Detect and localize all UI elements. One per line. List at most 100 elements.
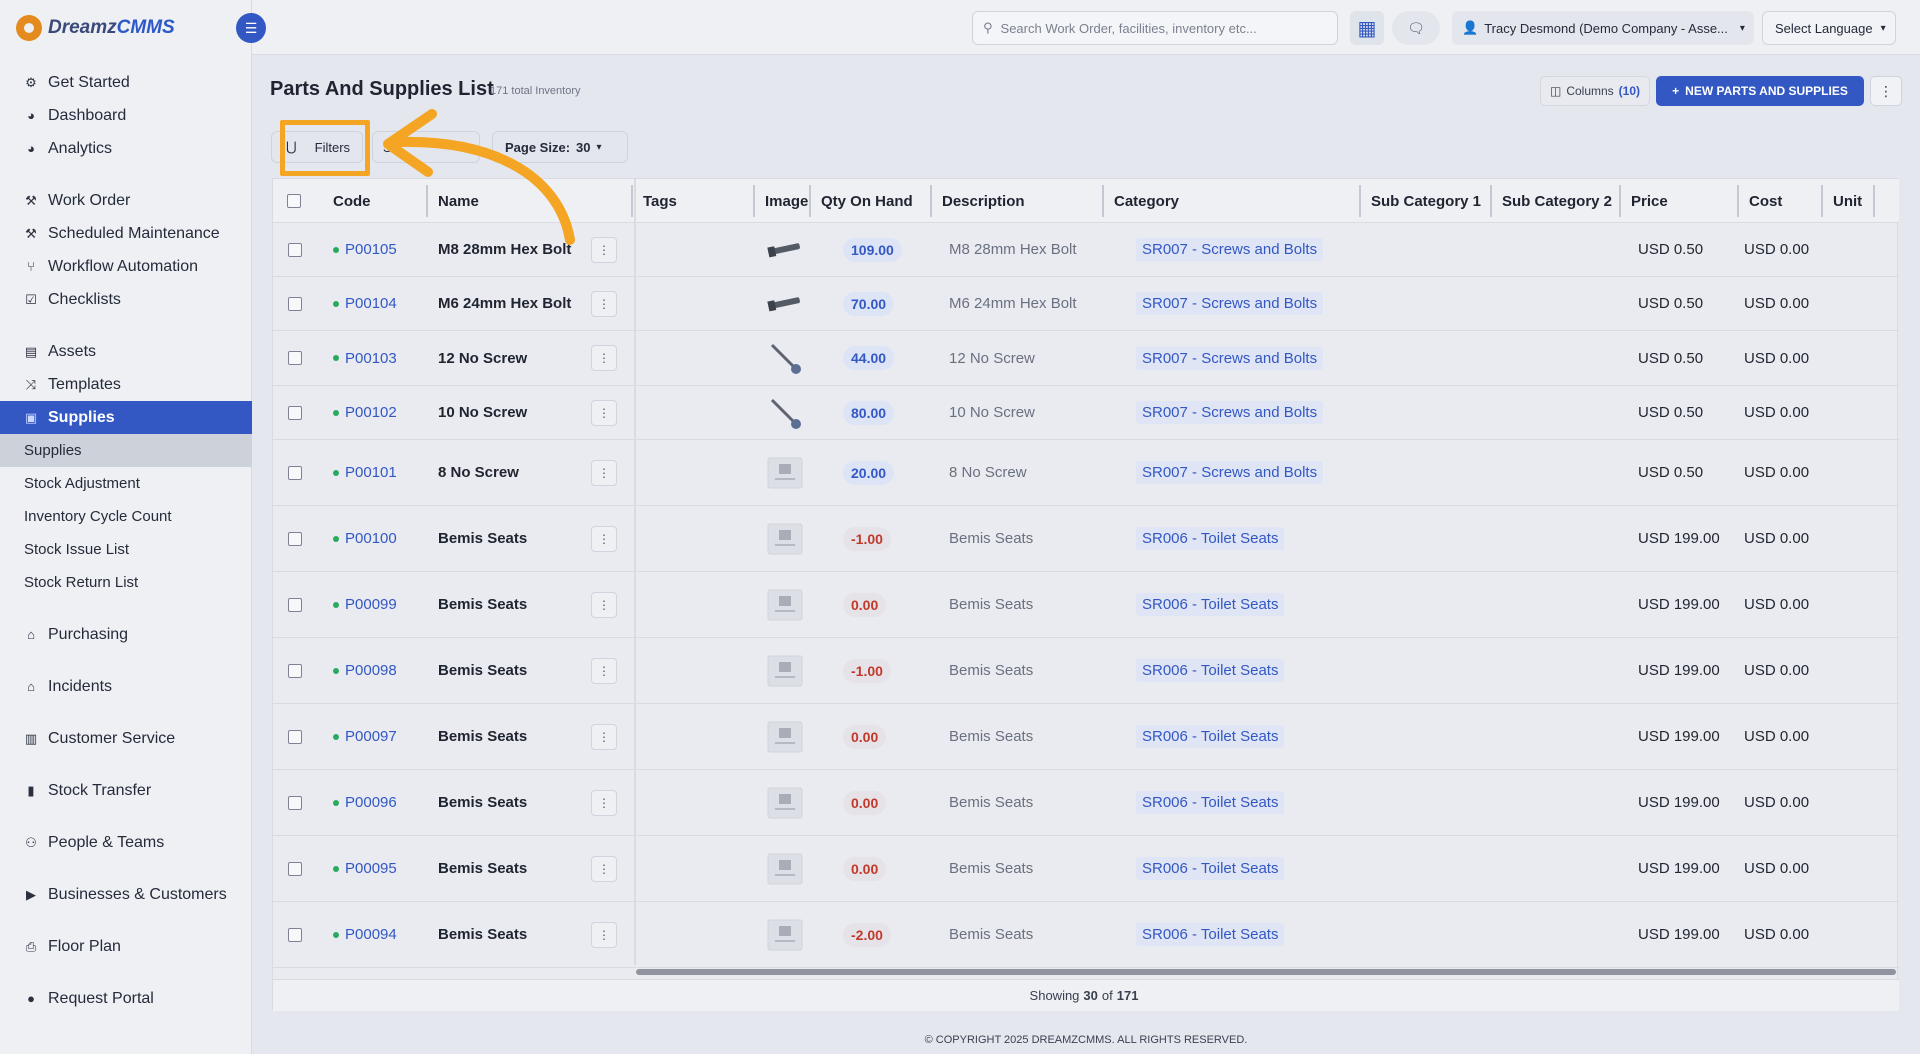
category-link[interactable]: SR007 - Screws and Bolts bbox=[1136, 238, 1324, 261]
table-row[interactable]: P00101 8 No Screw ⋮ 20.00 8 No Screw SR007 - … bbox=[273, 440, 1899, 506]
part-thumbnail[interactable] bbox=[765, 340, 805, 376]
sidebar-item-workflow-automation[interactable]: ⑂ Workflow Automation bbox=[0, 250, 252, 283]
code-cell[interactable]: P00095 bbox=[333, 836, 397, 901]
row-actions-icon[interactable]: ⋮ bbox=[591, 657, 617, 684]
sidebar-item-purchasing[interactable]: ⌂ Purchasing bbox=[0, 618, 252, 651]
part-thumbnail[interactable] bbox=[765, 455, 805, 491]
row-actions-icon[interactable]: ⋮ bbox=[591, 855, 617, 882]
column-resize-handle[interactable] bbox=[930, 185, 932, 217]
row-checkbox[interactable] bbox=[288, 861, 302, 876]
row-checkbox[interactable] bbox=[288, 296, 302, 311]
row-actions-icon[interactable]: ⋮ bbox=[591, 789, 617, 816]
code-cell[interactable]: P00097 bbox=[333, 704, 397, 769]
row-checkbox[interactable] bbox=[288, 242, 302, 257]
row-actions-icon[interactable]: ⋮ bbox=[591, 236, 617, 263]
sidebar-item-supplies[interactable]: ▣ Supplies bbox=[0, 401, 252, 434]
table-row[interactable]: P00095 Bemis Seats ⋮ 0.00 Bemis Seats SR006 -… bbox=[273, 836, 1899, 902]
column-resize-handle[interactable] bbox=[631, 185, 633, 217]
code-cell[interactable]: P00102 bbox=[333, 386, 397, 439]
part-thumbnail[interactable] bbox=[765, 653, 805, 689]
row-actions-icon[interactable]: ⋮ bbox=[591, 525, 617, 552]
row-checkbox[interactable] bbox=[288, 351, 302, 365]
select-all-checkbox[interactable] bbox=[287, 179, 301, 223]
column-resize-handle[interactable] bbox=[1490, 185, 1492, 217]
code-cell[interactable]: P00103 bbox=[333, 331, 397, 385]
table-row[interactable]: P00097 Bemis Seats ⋮ 0.00 Bemis Seats SR006 -… bbox=[273, 704, 1899, 770]
code-cell[interactable]: P00104 bbox=[333, 277, 397, 330]
column-resize-handle[interactable] bbox=[1359, 185, 1361, 217]
part-code-link[interactable]: P00101 bbox=[345, 464, 397, 481]
table-row[interactable]: P00102 10 No Screw ⋮ 80.00 10 No Screw SR007 … bbox=[273, 386, 1899, 440]
code-cell[interactable]: P00101 bbox=[333, 440, 397, 505]
part-code-link[interactable]: P00098 bbox=[345, 662, 397, 679]
category-link[interactable]: SR006 - Toilet Seats bbox=[1136, 659, 1285, 682]
category-link[interactable]: SR006 - Toilet Seats bbox=[1136, 527, 1285, 550]
category-link[interactable]: SR006 - Toilet Seats bbox=[1136, 593, 1285, 616]
checkbox[interactable] bbox=[287, 194, 301, 208]
part-code-link[interactable]: P00102 bbox=[345, 404, 397, 421]
code-cell[interactable]: P00100 bbox=[333, 506, 397, 571]
sidebar-item-stock-transfer[interactable]: ▮ Stock Transfer bbox=[0, 774, 252, 807]
category-link[interactable]: SR006 - Toilet Seats bbox=[1136, 857, 1285, 880]
row-checkbox[interactable] bbox=[288, 405, 302, 420]
row-actions-icon[interactable]: ⋮ bbox=[591, 591, 617, 618]
more-options-icon[interactable]: ⋮ bbox=[1870, 76, 1902, 106]
horizontal-scrollbar[interactable] bbox=[636, 969, 1896, 975]
menu-toggle-icon[interactable]: ☰ bbox=[236, 13, 266, 43]
sidebar-item-analytics[interactable]: ◕ Analytics bbox=[0, 132, 252, 165]
code-cell[interactable]: P00098 bbox=[333, 638, 397, 703]
column-resize-handle[interactable] bbox=[1873, 185, 1875, 217]
part-code-link[interactable]: P00095 bbox=[345, 860, 397, 877]
row-checkbox[interactable] bbox=[288, 465, 302, 480]
sidebar-item-people-teams[interactable]: ⚇ People & Teams bbox=[0, 826, 252, 859]
part-thumbnail[interactable] bbox=[765, 719, 805, 755]
category-link[interactable]: SR006 - Toilet Seats bbox=[1136, 791, 1285, 814]
column-header-sub-category-2[interactable]: Sub Category 2 bbox=[1502, 179, 1612, 223]
sidebar-subitem-inventory-cycle-count[interactable]: Inventory Cycle Count bbox=[0, 500, 252, 533]
row-checkbox[interactable] bbox=[288, 597, 302, 612]
table-row[interactable]: P00096 Bemis Seats ⋮ 0.00 Bemis Seats SR006 -… bbox=[273, 770, 1899, 836]
row-checkbox[interactable] bbox=[288, 663, 302, 678]
row-actions-icon[interactable]: ⋮ bbox=[591, 459, 617, 486]
sidebar-item-incidents[interactable]: ⌂ Incidents bbox=[0, 670, 252, 703]
part-code-link[interactable]: P00097 bbox=[345, 728, 397, 745]
row-checkbox[interactable] bbox=[288, 795, 302, 810]
sidebar-subitem-supplies[interactable]: Supplies bbox=[0, 434, 252, 467]
column-header-sub-category-1[interactable]: Sub Category 1 bbox=[1371, 179, 1481, 223]
columns-button[interactable]: ◫ Columns (10) bbox=[1540, 76, 1650, 106]
new-parts-button[interactable]: + NEW PARTS AND SUPPLIES bbox=[1656, 76, 1864, 106]
part-thumbnail[interactable] bbox=[765, 917, 805, 953]
code-cell[interactable]: P00096 bbox=[333, 770, 397, 835]
part-thumbnail[interactable] bbox=[765, 851, 805, 887]
column-header-category[interactable]: Category bbox=[1114, 179, 1179, 223]
category-link[interactable]: SR006 - Toilet Seats bbox=[1136, 923, 1285, 946]
app-logo[interactable]: DreamzCMMS bbox=[16, 14, 175, 42]
category-link[interactable]: SR007 - Screws and Bolts bbox=[1136, 292, 1324, 315]
sidebar-subitem-stock-adjustment[interactable]: Stock Adjustment bbox=[0, 467, 252, 500]
row-actions-icon[interactable]: ⋮ bbox=[591, 399, 617, 426]
row-checkbox[interactable] bbox=[288, 927, 302, 942]
column-resize-handle[interactable] bbox=[753, 185, 755, 217]
column-resize-handle[interactable] bbox=[1619, 185, 1621, 217]
row-checkbox[interactable] bbox=[288, 531, 302, 546]
table-row[interactable]: P00099 Bemis Seats ⋮ 0.00 Bemis Seats SR006 -… bbox=[273, 572, 1899, 638]
sidebar-item-scheduled-maintenance[interactable]: ⚒ Scheduled Maintenance bbox=[0, 217, 252, 250]
row-actions-icon[interactable]: ⋮ bbox=[591, 345, 617, 371]
sidebar-subitem-stock-return-list[interactable]: Stock Return List bbox=[0, 566, 252, 599]
column-resize-handle[interactable] bbox=[1737, 185, 1739, 217]
sidebar-item-get-started[interactable]: ⚙ Get Started bbox=[0, 66, 252, 99]
category-link[interactable]: SR007 - Screws and Bolts bbox=[1136, 461, 1324, 484]
scan-icon[interactable]: ▦ bbox=[1350, 11, 1384, 45]
category-link[interactable]: SR007 - Screws and Bolts bbox=[1136, 401, 1324, 424]
column-header-unit[interactable]: Unit bbox=[1833, 179, 1862, 223]
column-header-image[interactable]: Image bbox=[765, 179, 808, 223]
sidebar-item-floor-plan[interactable]: ⎙ Floor Plan bbox=[0, 930, 252, 963]
sidebar-item-businesses-customers[interactable]: ▶ Businesses & Customers bbox=[0, 878, 252, 911]
column-header-cost[interactable]: Cost bbox=[1749, 179, 1782, 223]
code-cell[interactable]: P00094 bbox=[333, 902, 397, 967]
row-actions-icon[interactable]: ⋮ bbox=[591, 921, 617, 948]
category-link[interactable]: SR006 - Toilet Seats bbox=[1136, 725, 1285, 748]
part-code-link[interactable]: P00100 bbox=[345, 530, 397, 547]
part-code-link[interactable]: P00099 bbox=[345, 596, 397, 613]
sidebar-item-request-portal[interactable]: ● Request Portal bbox=[0, 982, 252, 1015]
